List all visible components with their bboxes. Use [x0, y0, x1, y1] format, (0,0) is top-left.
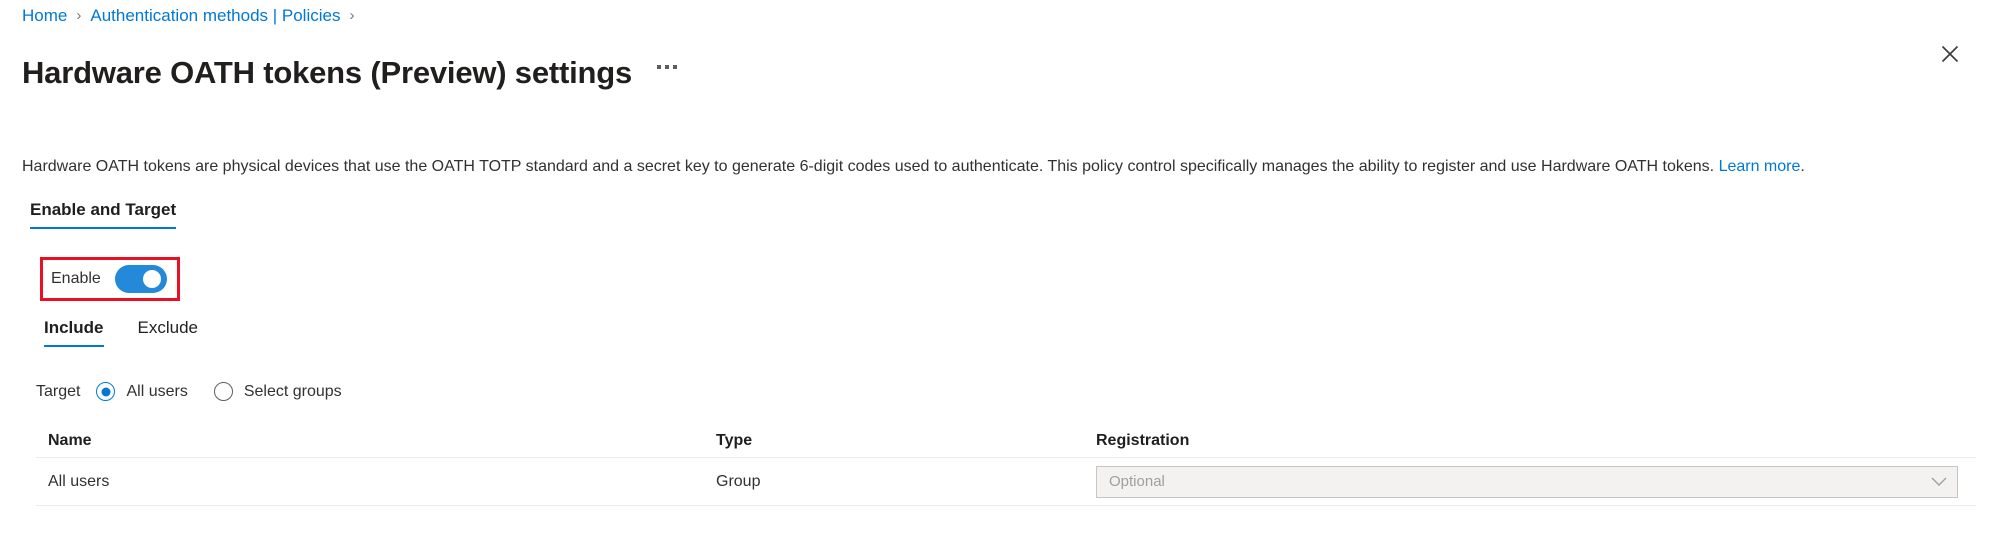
- radio-all-users[interactable]: All users: [96, 382, 188, 401]
- enable-label: Enable: [51, 270, 101, 287]
- close-icon[interactable]: [1934, 38, 1966, 70]
- registration-dropdown[interactable]: Optional: [1096, 465, 1958, 498]
- cell-registration: Optional: [1096, 465, 1976, 498]
- tab-exclude[interactable]: Exclude: [130, 318, 206, 347]
- chevron-down-icon: [1931, 477, 1947, 487]
- target-table: Name Type Registration All users Group O…: [36, 425, 1976, 506]
- target-label: Target: [36, 382, 81, 400]
- breadcrumb: Home › Authentication methods | Policies…: [22, 6, 363, 26]
- target-row: Target All users Select groups: [36, 382, 368, 401]
- table-header-row: Name Type Registration: [36, 425, 1976, 458]
- enable-toggle-highlight: Enable: [40, 257, 180, 301]
- more-options-icon[interactable]: [652, 58, 682, 88]
- column-header-name: Name: [48, 432, 92, 449]
- radio-select-groups-icon[interactable]: [213, 382, 233, 401]
- blade-panel: Home › Authentication methods | Policies…: [0, 0, 1996, 543]
- page-title: Hardware OATH tokens (Preview) settings: [22, 54, 633, 90]
- cell-name: All users: [48, 472, 110, 490]
- breadcrumb-item-home[interactable]: Home: [22, 6, 67, 26]
- title-row: Hardware OATH tokens (Preview) settings: [22, 32, 682, 114]
- column-header-registration: Registration: [1096, 432, 1190, 449]
- cell-type: Group: [716, 472, 761, 490]
- breadcrumb-separator-icon-2: ›: [349, 7, 355, 24]
- learn-more-link[interactable]: Learn more: [1719, 158, 1801, 175]
- registration-dropdown-value: Optional: [1109, 473, 1165, 490]
- description-body: Hardware OATH tokens are physical device…: [22, 158, 1719, 175]
- include-exclude-tabs: Include Exclude: [36, 318, 224, 347]
- radio-all-users-label: All users: [126, 382, 188, 400]
- breadcrumb-separator-icon: ›: [76, 7, 82, 24]
- column-header-type: Type: [716, 432, 753, 449]
- radio-select-groups[interactable]: Select groups: [213, 382, 342, 401]
- tab-enable-and-target[interactable]: Enable and Target: [22, 200, 184, 229]
- radio-all-users-icon[interactable]: [96, 382, 116, 401]
- description-text: Hardware OATH tokens are physical device…: [22, 156, 1976, 178]
- enable-toggle[interactable]: [114, 265, 167, 293]
- description-suffix: .: [1800, 158, 1805, 175]
- toggle-knob: [142, 270, 161, 288]
- pivot-bar: Enable and Target: [22, 200, 184, 229]
- tab-include[interactable]: Include: [36, 318, 112, 347]
- radio-select-groups-label: Select groups: [243, 382, 342, 400]
- breadcrumb-item-authentication-methods-policies[interactable]: Authentication methods | Policies: [90, 6, 340, 26]
- table-row: All users Group Optional: [36, 458, 1976, 506]
